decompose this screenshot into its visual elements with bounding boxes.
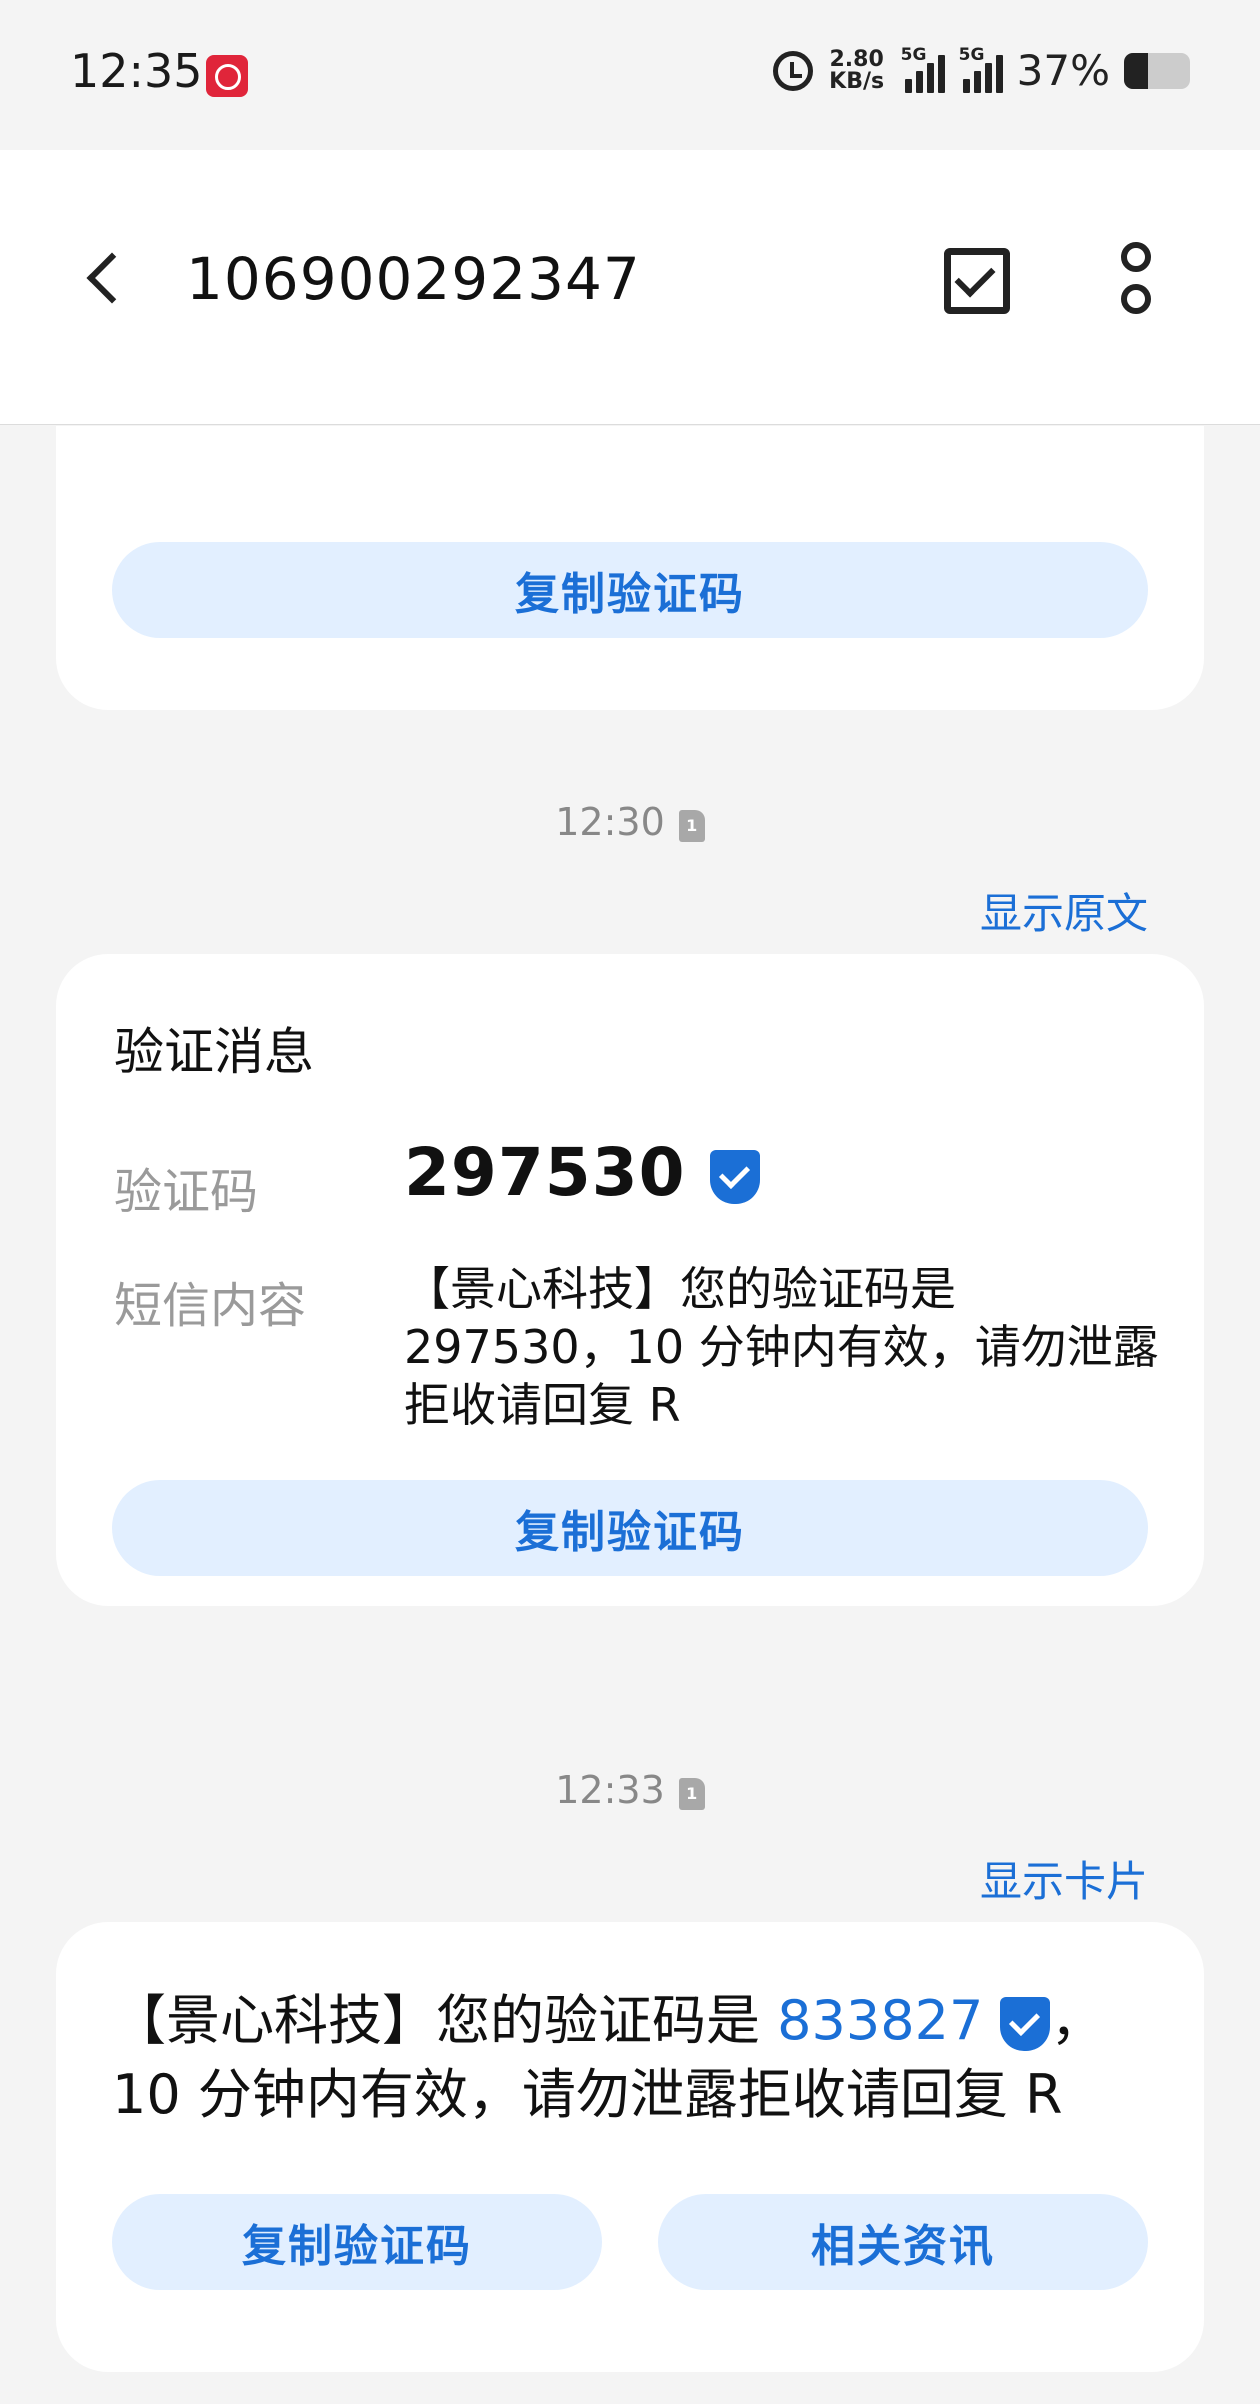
more-dot xyxy=(1121,242,1151,272)
signal-bar xyxy=(904,78,912,93)
signal-bar xyxy=(926,62,934,93)
alarm-icon xyxy=(772,50,813,91)
content-label: 短信内容 xyxy=(114,1278,307,1334)
verified-shield-icon xyxy=(1000,1997,1051,2052)
network-speed-unit: KB/s xyxy=(829,68,885,94)
battery-percent: 37% xyxy=(1016,46,1110,95)
battery-fill xyxy=(1124,52,1149,89)
message-card-partial: 露拒收请回复 R 复制验证码 xyxy=(56,426,1204,710)
verification-code-value: 297530 xyxy=(404,1134,686,1211)
message-tail-text: 露拒收请回复 R xyxy=(404,426,1184,434)
show-card-link[interactable]: 显示卡片 xyxy=(980,1848,1148,1909)
code-label: 验证码 xyxy=(114,1164,259,1220)
sim-card-icon: 1 xyxy=(678,1778,705,1810)
select-checkbox-icon[interactable] xyxy=(944,248,1010,314)
status-bar: 12:35 2.80 KB/s 5G 5G 37% xyxy=(0,0,1260,150)
signal-bar xyxy=(915,70,923,93)
timestamp-text: 12:33 xyxy=(555,1768,665,1812)
verification-code-link[interactable]: 833827 xyxy=(777,1989,983,2052)
signal-bar xyxy=(984,62,992,93)
message-text: 【景心科技】您的验证码是 833827 ，10 分钟内有效，请勿泄露拒收请回复 … xyxy=(112,1984,1172,2132)
sim-card-icon: 1 xyxy=(678,810,705,842)
verified-shield-icon xyxy=(709,1149,760,1204)
signal-icon-2: 5G xyxy=(959,45,1003,93)
message-timestamp: 12:30 1 xyxy=(0,800,1260,844)
status-time: 12:35 xyxy=(70,44,203,98)
card-title: 验证消息 xyxy=(114,1023,314,1081)
sms-content: 【景心科技】您的验证码是 297530，10 分钟内有效，请勿泄露拒收请回复 R xyxy=(404,1262,1159,1432)
signal-label-1: 5G xyxy=(900,44,927,65)
plain-message-card: 【景心科技】您的验证码是 833827 ，10 分钟内有效，请勿泄露拒收请回复 … xyxy=(56,1922,1204,2372)
copy-code-button[interactable]: 复制验证码 xyxy=(112,2194,602,2290)
show-original-link[interactable]: 显示原文 xyxy=(980,880,1148,941)
copy-code-button[interactable]: 复制验证码 xyxy=(112,1480,1148,1576)
verification-code[interactable]: 297530 xyxy=(404,1134,760,1211)
network-speed: 2.80 KB/s xyxy=(827,48,887,94)
more-options-icon[interactable] xyxy=(1118,242,1154,322)
app-notification-icon xyxy=(206,55,248,97)
conversation-header: 106900292347 xyxy=(0,150,1260,425)
message-text-before: 【景心科技】您的验证码是 xyxy=(112,1989,778,2052)
signal-bar xyxy=(962,78,970,93)
copy-code-button[interactable]: 复制验证码 xyxy=(112,542,1148,638)
sender-number: 106900292347 xyxy=(186,245,641,313)
signal-bar xyxy=(973,70,981,93)
signal-bar xyxy=(995,54,1003,93)
battery-icon xyxy=(1124,52,1190,89)
related-info-button[interactable]: 相关资讯 xyxy=(658,2194,1148,2290)
signal-bar xyxy=(937,54,945,93)
message-list[interactable]: 露拒收请回复 R 复制验证码 12:30 1 显示原文 验证消息 验证码 2975… xyxy=(0,426,1260,2404)
signal-icon-1: 5G xyxy=(901,45,945,93)
timestamp-text: 12:30 xyxy=(555,800,665,844)
signal-label-2: 5G xyxy=(958,44,985,65)
back-arrow-icon[interactable] xyxy=(82,248,126,308)
message-timestamp: 12:33 1 xyxy=(0,1768,1260,1812)
more-dot xyxy=(1121,284,1151,314)
verification-card: 验证消息 验证码 297530 短信内容 【景心科技】您的验证码是 297530… xyxy=(56,954,1204,1606)
